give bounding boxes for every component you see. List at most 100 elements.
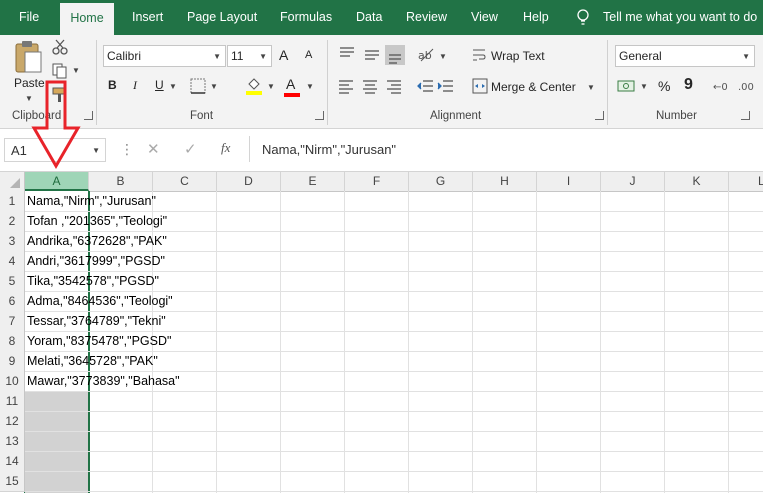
fill-color-dropdown-icon[interactable]: ▼: [267, 82, 275, 91]
row-header-15[interactable]: 15: [0, 471, 25, 492]
column-header-k[interactable]: K: [665, 172, 729, 191]
enter-icon[interactable]: ✓: [184, 140, 197, 158]
tab-help[interactable]: Help: [523, 0, 549, 35]
row-header-13[interactable]: 13: [0, 431, 25, 452]
column-header-b[interactable]: B: [89, 172, 153, 191]
cell-a4[interactable]: Andri,"3617999","PGSD": [27, 251, 165, 271]
chevron-down-icon: ▼: [742, 52, 750, 61]
formula-input[interactable]: Nama,"Nirm","Jurusan": [249, 136, 763, 162]
tab-review[interactable]: Review: [406, 0, 447, 35]
cell-a2[interactable]: Tofan ,"201365","Teologi": [27, 211, 167, 231]
cell-a5[interactable]: Tika,"3542578","PGSD": [27, 271, 159, 291]
tab-home[interactable]: Home: [60, 3, 114, 35]
wrap-text-icon[interactable]: [472, 47, 486, 63]
font-name-dropdown[interactable]: Calibri ▼: [103, 45, 226, 67]
column-header-j[interactable]: J: [601, 172, 665, 191]
cell-a9[interactable]: Melati,"3645728","PAK": [27, 351, 158, 371]
row-header-1[interactable]: 1: [0, 191, 25, 212]
column-header-c[interactable]: C: [153, 172, 217, 191]
column-header-g[interactable]: G: [409, 172, 473, 191]
font-size-dropdown[interactable]: 11 ▼: [227, 45, 272, 67]
horizontal-align-icons[interactable]: [337, 78, 407, 94]
column-header-f[interactable]: F: [345, 172, 409, 191]
column-header-a[interactable]: A: [25, 172, 89, 191]
font-launcher-icon[interactable]: [315, 111, 324, 120]
tab-formulas[interactable]: Formulas: [280, 0, 332, 35]
number-launcher-icon[interactable]: [741, 111, 750, 120]
row-header-10[interactable]: 10: [0, 371, 25, 392]
clipboard-launcher-icon[interactable]: [84, 111, 93, 120]
row-header-11[interactable]: 11: [0, 391, 25, 412]
row-header-12[interactable]: 12: [0, 411, 25, 432]
row-header-8[interactable]: 8: [0, 331, 25, 352]
row-header-2[interactable]: 2: [0, 211, 25, 232]
cell-a8[interactable]: Yoram,"8375478","PGSD": [27, 331, 171, 351]
lightbulb-icon: [577, 9, 589, 25]
comma-style-button[interactable]: 9: [684, 76, 693, 94]
paste-icon[interactable]: [13, 40, 45, 76]
alignment-launcher-icon[interactable]: [595, 111, 604, 120]
column-header-e[interactable]: E: [281, 172, 345, 191]
font-group-label: Font: [190, 110, 214, 122]
borders-icon[interactable]: [190, 78, 206, 94]
font-color-swatch: [284, 93, 300, 97]
orientation-icon[interactable]: ab: [417, 46, 435, 62]
increase-font-size-icon[interactable]: A: [279, 47, 288, 63]
row-header-9[interactable]: 9: [0, 351, 25, 372]
more-options-icon[interactable]: ⋮: [120, 141, 134, 158]
underline-dropdown-icon[interactable]: ▼: [169, 82, 177, 91]
tab-data[interactable]: Data: [356, 0, 382, 35]
bold-button[interactable]: B: [108, 78, 117, 92]
merge-center-icon[interactable]: [472, 78, 488, 94]
cell-a3[interactable]: Andrika,"6372628","PAK": [27, 231, 167, 251]
font-color-dropdown-icon[interactable]: ▼: [306, 82, 314, 91]
row-header-14[interactable]: 14: [0, 451, 25, 472]
column-header-d[interactable]: D: [217, 172, 281, 191]
column-header-l[interactable]: L: [729, 172, 763, 191]
cell-a1[interactable]: Nama,"Nirm","Jurusan": [27, 191, 156, 211]
row-header-6[interactable]: 6: [0, 291, 25, 312]
merge-center-button[interactable]: Merge & Center: [491, 80, 576, 94]
row-header-7[interactable]: 7: [0, 311, 25, 332]
number-format-dropdown[interactable]: General ▼: [615, 45, 755, 67]
column-header-i[interactable]: I: [537, 172, 601, 191]
indent-icons[interactable]: [417, 78, 457, 94]
copy-dropdown-icon[interactable]: ▼: [72, 66, 80, 75]
vertical-align-icons[interactable]: [337, 44, 417, 66]
number-group-label: Number: [656, 110, 697, 122]
cell-a7[interactable]: Tessar,"3764789","Tekni": [27, 311, 166, 331]
row-header-3[interactable]: 3: [0, 231, 25, 252]
merge-dropdown-icon[interactable]: ▼: [587, 83, 595, 92]
column-header-h[interactable]: H: [473, 172, 537, 191]
underline-button[interactable]: U: [155, 78, 164, 92]
tab-view[interactable]: View: [471, 0, 498, 35]
row-header-4[interactable]: 4: [0, 251, 25, 272]
tab-file[interactable]: File: [19, 0, 39, 35]
tab-insert[interactable]: Insert: [132, 0, 163, 35]
orientation-dropdown-icon[interactable]: ▼: [439, 52, 447, 61]
wrap-text-button[interactable]: Wrap Text: [491, 49, 545, 63]
tell-me-search[interactable]: Tell me what you want to do: [603, 0, 757, 35]
currency-icon[interactable]: [617, 78, 637, 94]
tab-page-layout[interactable]: Page Layout: [187, 0, 257, 35]
chevron-down-icon: ▼: [213, 52, 221, 61]
insert-function-button[interactable]: fx: [221, 140, 230, 156]
cut-icon[interactable]: [52, 39, 68, 55]
italic-button[interactable]: I: [133, 78, 137, 93]
fill-color-icon[interactable]: [245, 76, 263, 96]
decrease-decimal-icon[interactable]: .00: [737, 76, 759, 94]
decrease-font-size-icon[interactable]: A: [305, 49, 312, 61]
increase-decimal-icon[interactable]: ←0: [712, 76, 732, 94]
select-all-button[interactable]: [0, 172, 25, 191]
currency-dropdown-icon[interactable]: ▼: [640, 82, 648, 91]
cell-a6[interactable]: Adma,"8464536","Teologi": [27, 291, 173, 311]
font-color-button[interactable]: A: [286, 76, 295, 92]
cell-a10[interactable]: Mawar,"3773839","Bahasa": [27, 371, 180, 391]
copy-icon[interactable]: [52, 63, 68, 79]
cancel-icon[interactable]: ✕: [147, 140, 160, 158]
row-header-5[interactable]: 5: [0, 271, 25, 292]
down-arrow-icon: [31, 80, 81, 169]
percent-style-button[interactable]: %: [658, 78, 670, 94]
number-format-value: General: [619, 49, 662, 63]
borders-dropdown-icon[interactable]: ▼: [210, 82, 218, 91]
